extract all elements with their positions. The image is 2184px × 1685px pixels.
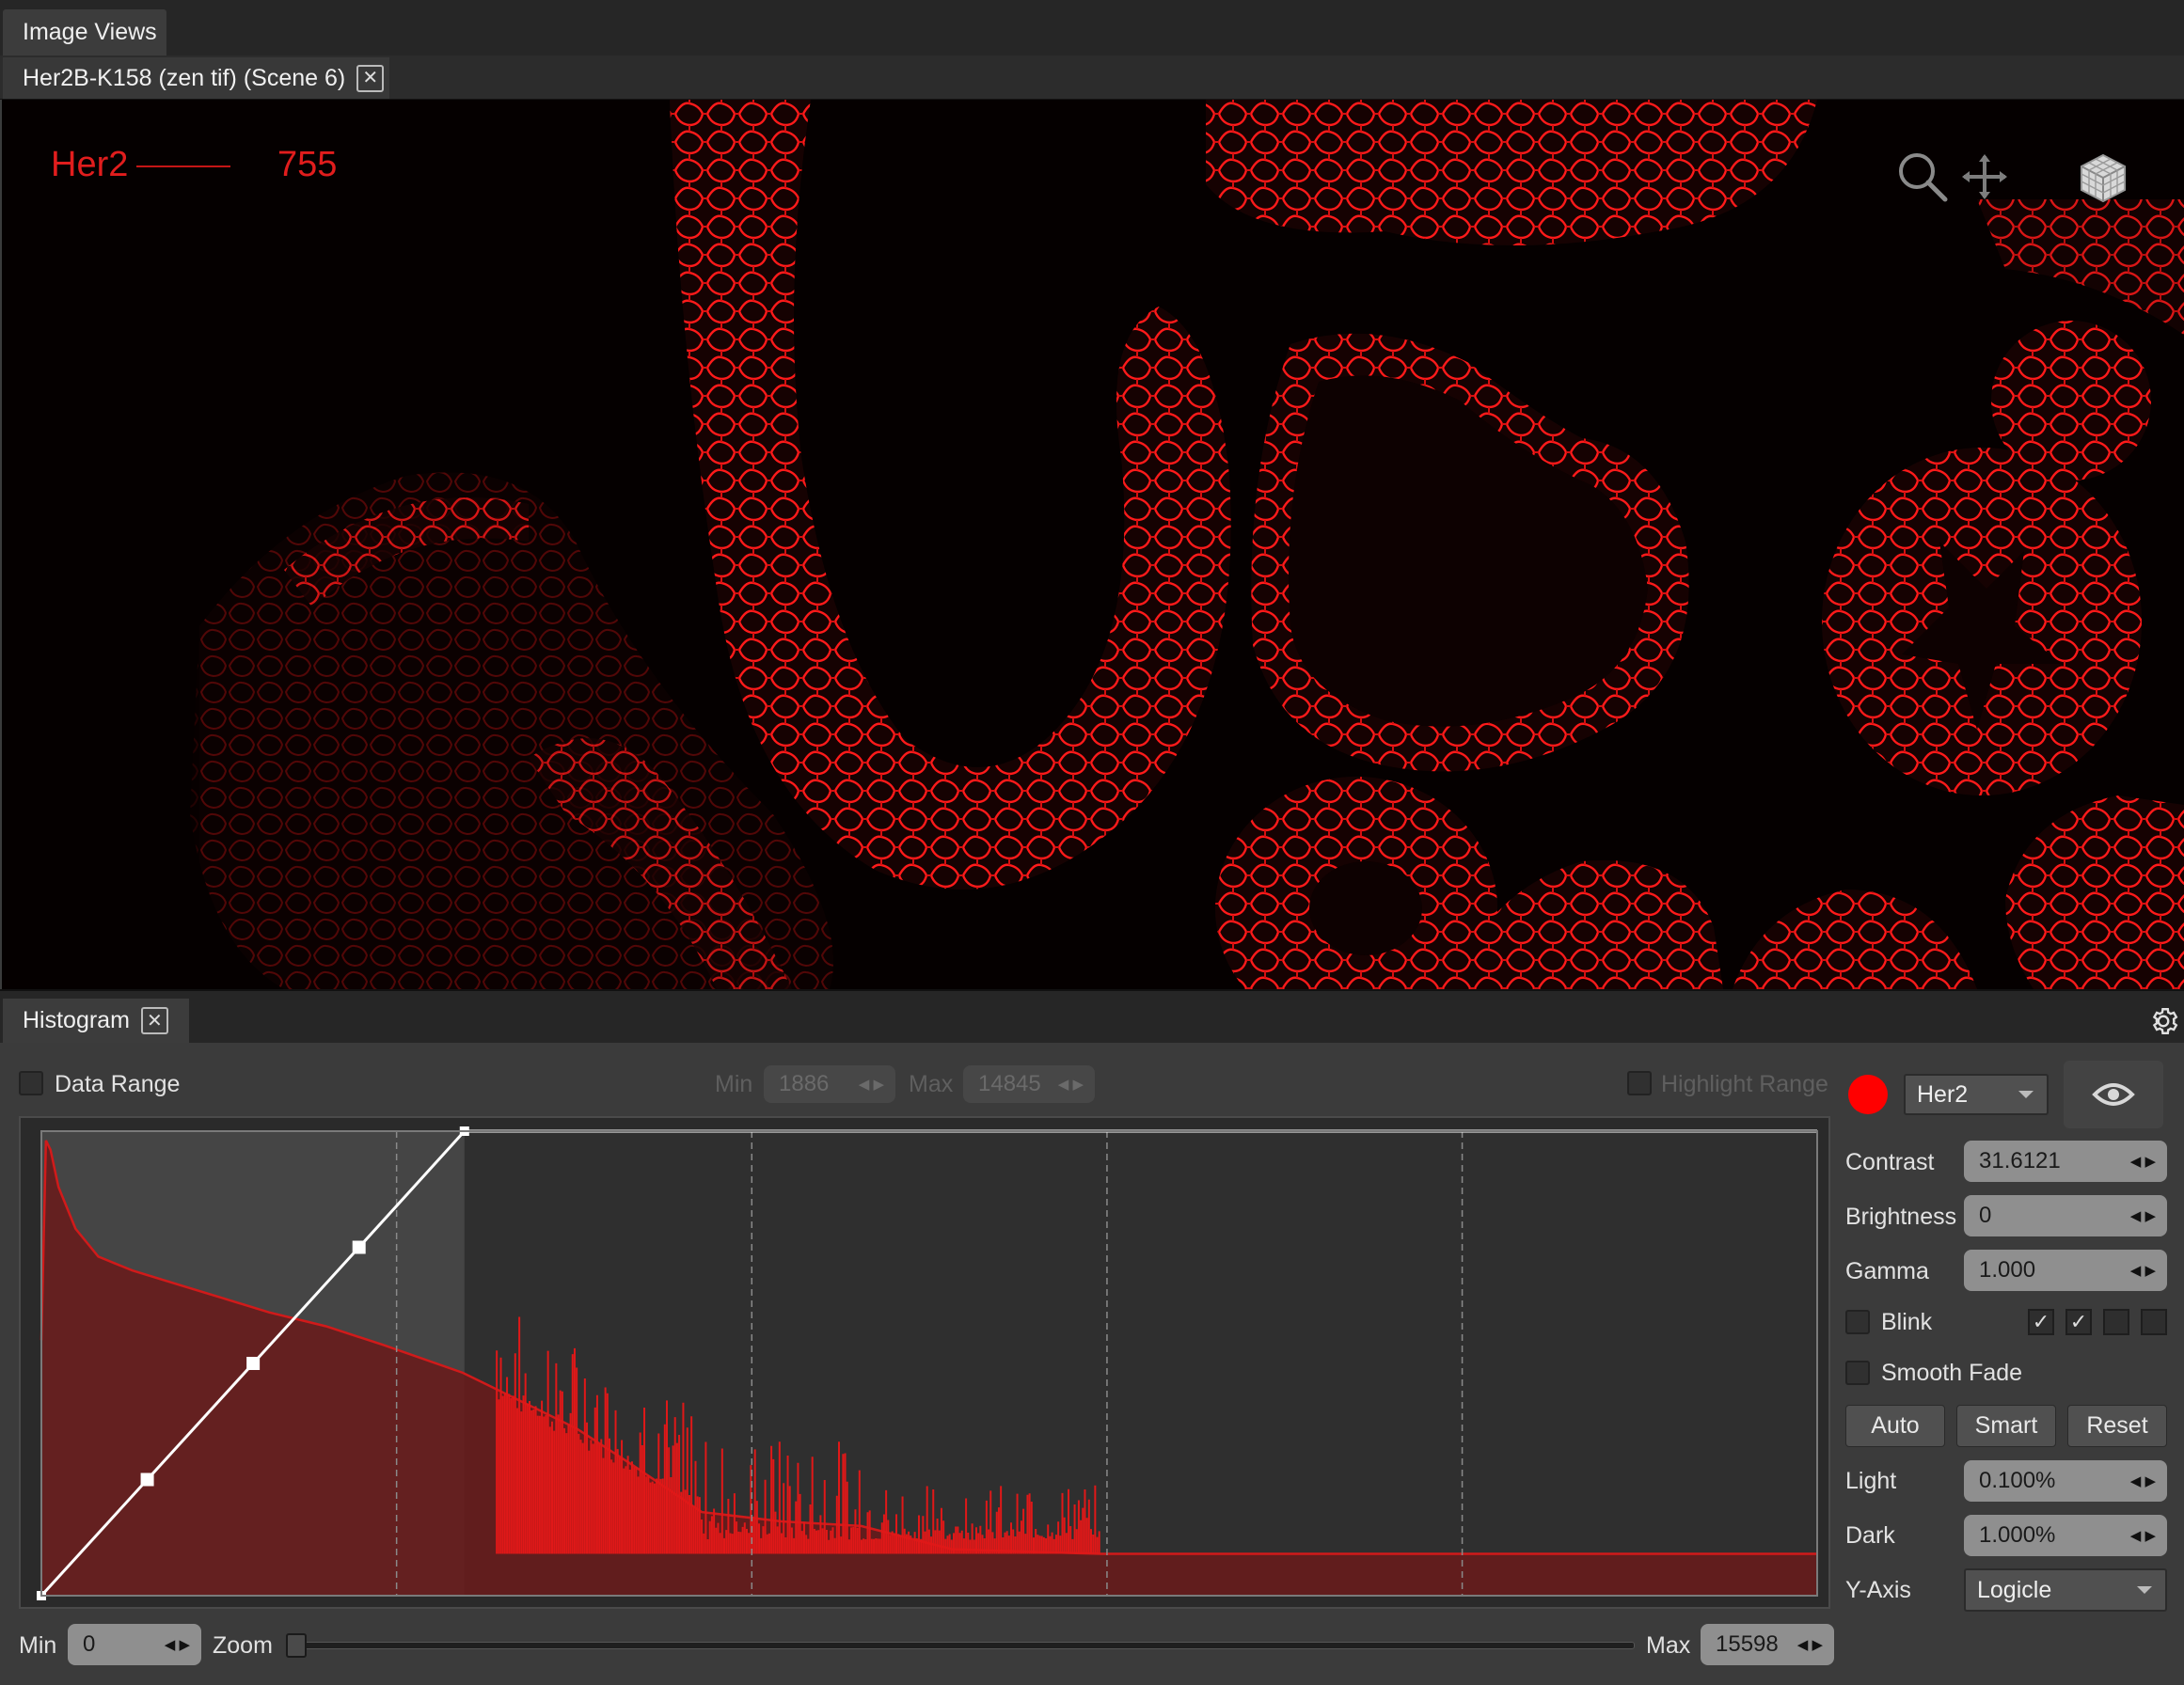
tab-image-views[interactable]: Image Views xyxy=(3,9,166,55)
checkmark-icon: ✓ xyxy=(2032,1310,2050,1333)
light-label: Light xyxy=(1845,1468,1897,1494)
channel-overlay-value: 755 xyxy=(277,145,338,184)
bottom-max-spinbox[interactable]: 15598 ◀ ▶ xyxy=(1701,1624,1834,1665)
visibility-button[interactable] xyxy=(2064,1061,2163,1128)
blink-channel-1-checkbox[interactable]: ✓ xyxy=(2028,1309,2054,1335)
histogram-plot[interactable] xyxy=(21,1118,1828,1607)
brightness-value: 0 xyxy=(1979,1203,1992,1228)
eye-icon xyxy=(2092,1083,2135,1106)
spin-arrows-icon[interactable]: ◀ ▶ xyxy=(2130,1250,2156,1291)
blink-checkbox[interactable] xyxy=(1845,1310,1870,1334)
bottom-min-value: 0 xyxy=(83,1631,96,1657)
pan-icon[interactable] xyxy=(1960,152,2009,201)
yaxis-select[interactable]: Logicle xyxy=(1964,1568,2167,1612)
transfer-curve-handle-3[interactable] xyxy=(246,1357,261,1370)
zoom-slider-track[interactable] xyxy=(292,1642,1635,1649)
histogram-tab-bar xyxy=(0,989,2184,1045)
spin-arrows-icon[interactable]: ◀ ▶ xyxy=(1058,1065,1084,1103)
range-min-spinbox[interactable]: 1886 ◀ ▶ xyxy=(764,1065,895,1103)
tab-document[interactable]: Her2B-K158 (zen tif) (Scene 6) ✕ xyxy=(3,57,389,99)
checkmark-icon: ✓ xyxy=(2069,1310,2088,1333)
blink-channel-3-checkbox[interactable] xyxy=(2103,1309,2129,1335)
smooth-fade-checkbox[interactable] xyxy=(1845,1361,1870,1385)
transfer-curve-handle-2[interactable] xyxy=(140,1472,154,1487)
brightness-spinbox[interactable]: 0 ◀ ▶ xyxy=(1964,1195,2167,1236)
tab-document-label: Her2B-K158 (zen tif) (Scene 6) xyxy=(23,64,346,91)
smooth-fade-label: Smooth Fade xyxy=(1881,1360,2023,1386)
blink-channel-4-checkbox[interactable] xyxy=(2141,1309,2167,1335)
transfer-curve-handle-4[interactable] xyxy=(352,1240,366,1254)
smart-button[interactable]: Smart xyxy=(1956,1405,2056,1447)
gamma-label: Gamma xyxy=(1845,1258,1929,1284)
bottom-max-label: Max xyxy=(1646,1632,1691,1659)
tab-histogram-label: Histogram xyxy=(23,1007,130,1033)
contrast-spinbox[interactable]: 31.6121 ◀ ▶ xyxy=(1964,1141,2167,1182)
range-min-value: 1886 xyxy=(779,1071,830,1096)
close-icon[interactable]: ✕ xyxy=(356,64,385,92)
range-max-value: 14845 xyxy=(978,1071,1041,1096)
yaxis-label: Y-Axis xyxy=(1845,1577,1911,1603)
contrast-value: 31.6121 xyxy=(1979,1148,2061,1173)
histogram-chart[interactable] xyxy=(19,1116,1830,1609)
brightness-label: Brightness xyxy=(1845,1204,1957,1230)
chevron-down-icon xyxy=(2018,1091,2034,1098)
chevron-down-icon xyxy=(2137,1586,2152,1594)
spin-arrows-icon[interactable]: ◀ ▶ xyxy=(2130,1195,2156,1236)
contrast-label: Contrast xyxy=(1845,1149,1935,1175)
gear-icon[interactable] xyxy=(2146,1004,2180,1038)
bottom-min-spinbox[interactable]: 0 ◀ ▶ xyxy=(68,1624,201,1665)
spin-arrows-icon[interactable]: ◀ ▶ xyxy=(859,1065,884,1103)
highlight-range-label: Highlight Range xyxy=(1661,1071,1828,1097)
data-range-checkbox[interactable] xyxy=(19,1071,43,1095)
spin-arrows-icon[interactable]: ◀ ▶ xyxy=(1797,1624,1823,1665)
blink-channel-2-checkbox[interactable]: ✓ xyxy=(2065,1309,2092,1335)
image-viewer[interactable] xyxy=(2,100,2184,989)
3d-cube-icon[interactable] xyxy=(2079,152,2128,203)
zoom-icon[interactable] xyxy=(1896,150,1949,203)
panel-tab-bar xyxy=(0,0,2184,56)
fluorescence-image xyxy=(2,100,2184,989)
data-range-label: Data Range xyxy=(55,1071,181,1097)
range-min-label: Min xyxy=(715,1071,753,1097)
channel-overlay-name: Her2 xyxy=(51,145,129,184)
range-max-label: Max xyxy=(909,1071,954,1097)
gamma-spinbox[interactable]: 1.000 ◀ ▶ xyxy=(1964,1250,2167,1291)
spin-arrows-icon[interactable]: ◀ ▶ xyxy=(2130,1141,2156,1182)
range-max-spinbox[interactable]: 14845 ◀ ▶ xyxy=(963,1065,1095,1103)
gamma-value: 1.000 xyxy=(1979,1257,2036,1283)
channel-overlay-line xyxy=(136,165,230,167)
highlight-range-checkbox[interactable] xyxy=(1627,1071,1652,1095)
reset-button[interactable]: Reset xyxy=(2067,1405,2167,1447)
auto-button[interactable]: Auto xyxy=(1845,1405,1945,1447)
spin-arrows-icon[interactable]: ◀ ▶ xyxy=(2130,1515,2156,1556)
spin-arrows-icon[interactable]: ◀ ▶ xyxy=(165,1624,190,1665)
dark-label: Dark xyxy=(1845,1522,1895,1549)
channel-select[interactable]: Her2 xyxy=(1904,1074,2049,1115)
tab-image-views-label: Image Views xyxy=(23,19,157,45)
light-spinbox[interactable]: 0.100% ◀ ▶ xyxy=(1964,1460,2167,1502)
channel-select-value: Her2 xyxy=(1917,1080,1969,1108)
bottom-min-label: Min xyxy=(19,1632,57,1659)
dark-value: 1.000% xyxy=(1979,1522,2056,1548)
bottom-max-value: 15598 xyxy=(1716,1631,1779,1657)
channel-color-swatch[interactable] xyxy=(1847,1074,1889,1115)
zoom-slider-handle[interactable] xyxy=(286,1633,307,1658)
zoom-label: Zoom xyxy=(213,1632,273,1659)
spin-arrows-icon[interactable]: ◀ ▶ xyxy=(2130,1460,2156,1502)
yaxis-select-value: Logicle xyxy=(1977,1576,2052,1603)
blink-label: Blink xyxy=(1881,1309,1933,1335)
tab-histogram[interactable]: Histogram ✕ xyxy=(3,999,189,1043)
close-icon[interactable]: ✕ xyxy=(140,1007,168,1034)
light-value: 0.100% xyxy=(1979,1468,2056,1493)
dark-spinbox[interactable]: 1.000% ◀ ▶ xyxy=(1964,1515,2167,1556)
